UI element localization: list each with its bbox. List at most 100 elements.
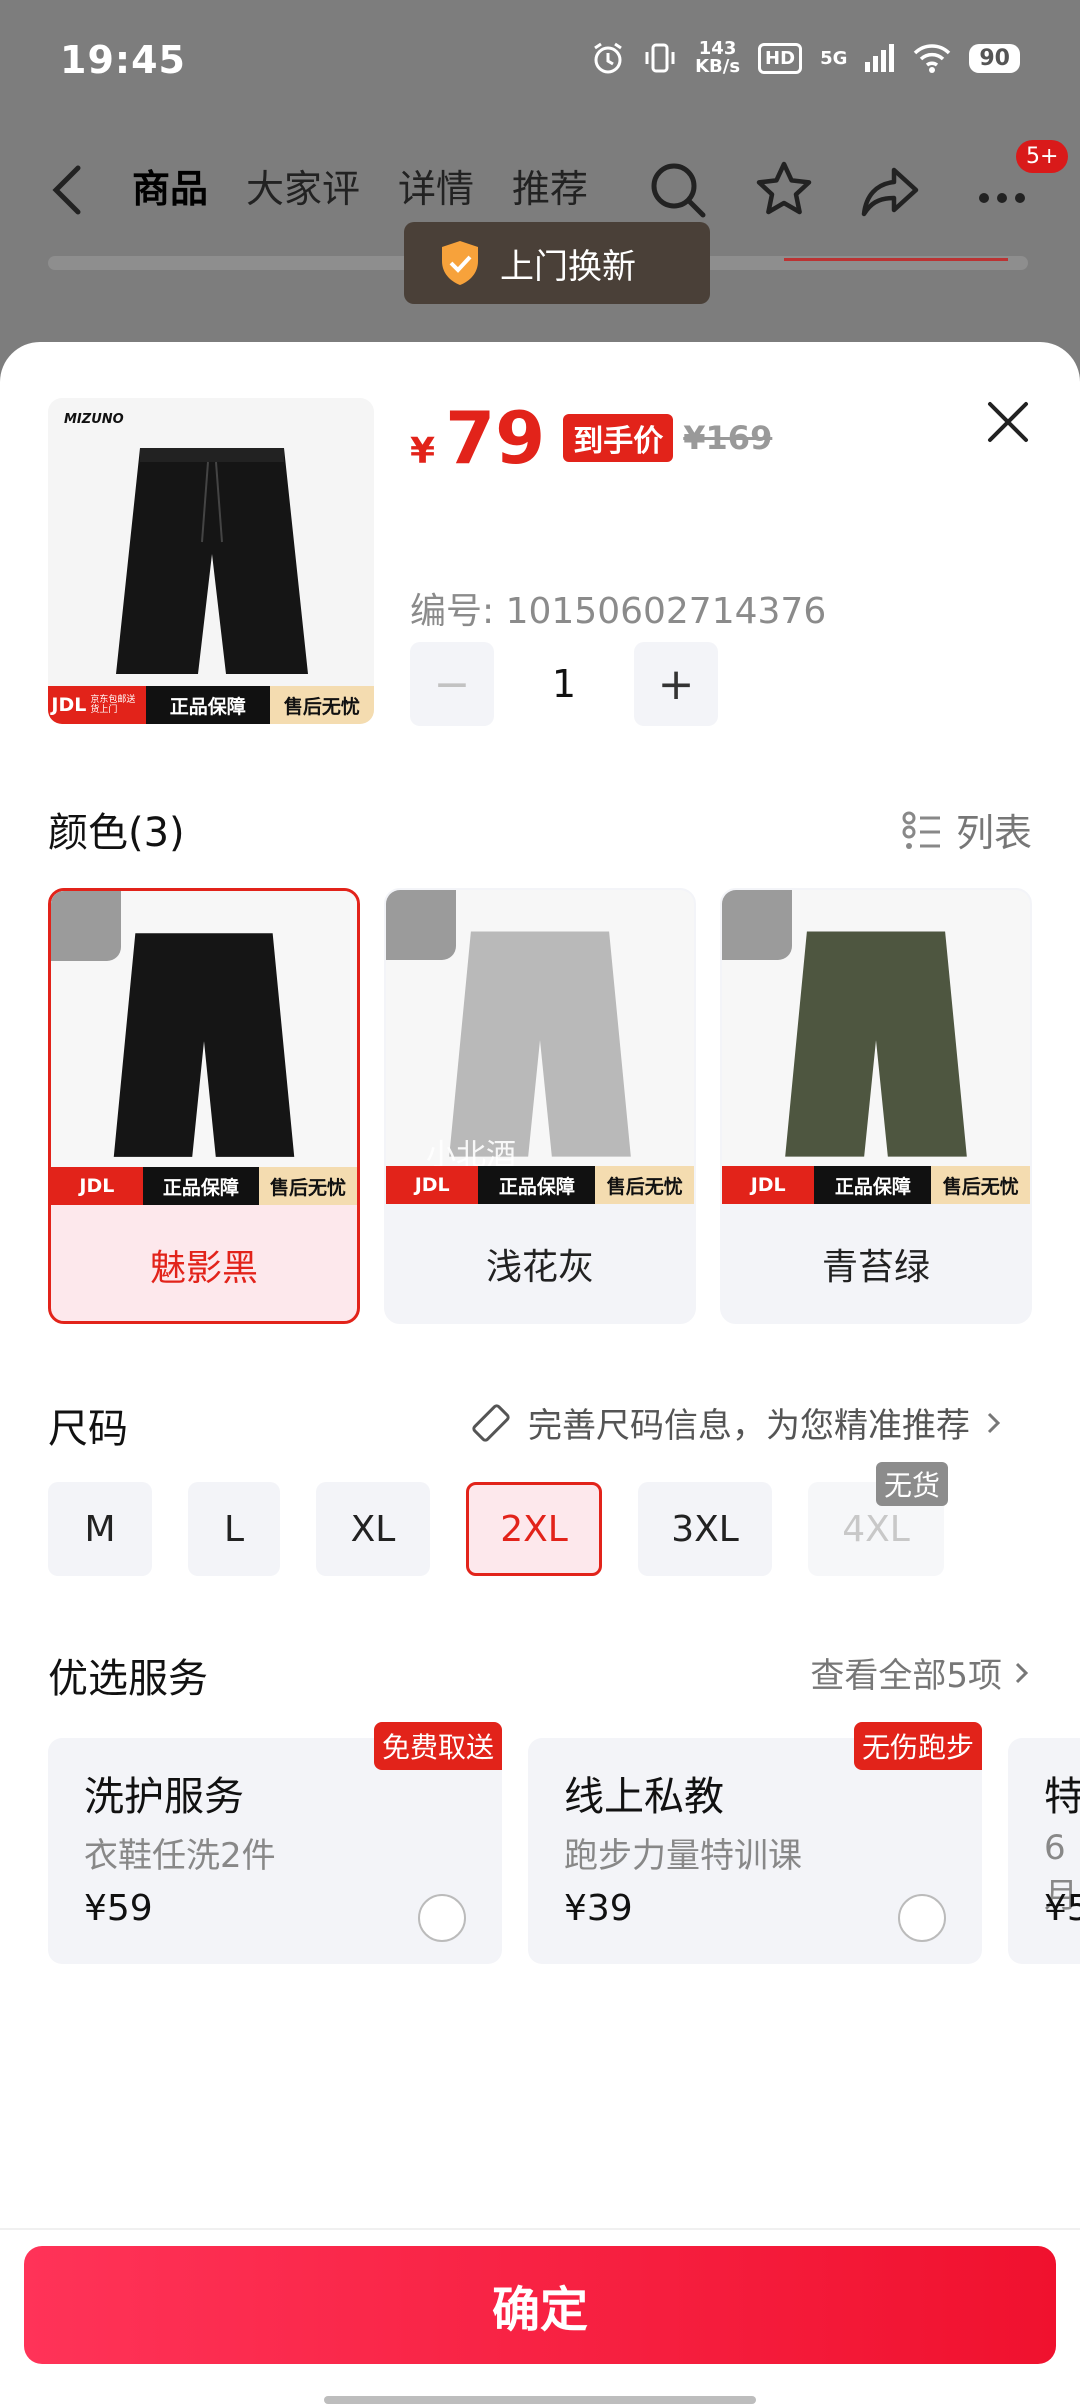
size-info-link[interactable]: 完善尺码信息，为您精准推荐 [468,1398,1004,1447]
color-name: 魅影黑 [149,1248,258,1289]
share-icon[interactable] [858,158,922,222]
status-bar: 19:45 143 KB/s HD 5G 90 [0,0,1080,120]
tab-recommend[interactable]: 推荐 [512,158,588,213]
size-section-title: 尺码 [48,1406,128,1452]
color-name: 浅花灰 [485,1247,594,1288]
genuine-badge: 正品保障 [814,1166,932,1204]
star-icon[interactable] [752,158,816,222]
net-speed-unit: KB/s [695,56,741,77]
sku-number: 编号: 10150602714376 [410,591,827,632]
zoom-corner-icon [386,890,456,960]
price-row: ¥ 79 到手价 ¥169 [410,402,772,474]
tab-product[interactable]: 商品 [132,158,208,213]
status-time: 19:45 [60,38,186,82]
after-sale-badge: 售后无忧 [259,1167,357,1205]
status-icons: 143 KB/s HD 5G 90 [591,40,1020,76]
increase-button[interactable]: + [634,642,718,726]
color-image: JDL 正品保障 售后无忧 [51,891,357,1205]
close-icon[interactable] [984,398,1032,446]
genuine-badge: 正品保障 [478,1166,596,1204]
shield-check-icon [442,241,478,285]
after-sale-badge: 售后无忧 [595,1166,694,1204]
size-option-xl[interactable]: XL [316,1482,430,1576]
zoom-corner-icon [722,890,792,960]
service-badges: JDL 京东包邮送货上门 正品保障 售后无忧 [48,686,374,724]
color-option-green[interactable]: JDL 正品保障 售后无忧 青苔绿 [720,888,1032,1324]
size-option-2xl[interactable]: 2XL [466,1482,602,1576]
zoom-corner-icon [51,891,121,961]
final-price-tag: 到手价 [563,414,674,462]
jdl-badge: JDL [51,1167,143,1205]
genuine-badge: 正品保障 [142,1167,260,1205]
wifi-icon [914,44,951,73]
alarm-icon [594,42,622,74]
tab-reviews[interactable]: 大家评 [246,158,360,213]
vibrate-icon [645,43,675,73]
size-info-text: 完善尺码信息，为您精准推荐 [528,1406,970,1446]
confirm-button[interactable]: 确定 [24,2246,1056,2364]
signal-icon [865,44,895,72]
service-price: ¥59 [84,1888,153,1929]
color-image: JDL 正品保障 售后无忧 [722,890,1030,1204]
service-section-title: 优选服务 [48,1656,208,1702]
view-all-services-link[interactable]: 查看全部5项 [810,1648,1032,1697]
decrease-button[interactable]: − [410,642,494,726]
footer-divider [0,2228,1080,2230]
after-sale-badge: 售后无忧 [931,1166,1030,1204]
hd-icon: HD [758,42,803,74]
service-desc: 跑步力量特训课 [564,1836,802,1876]
size-option-l[interactable]: L [188,1482,280,1576]
jdl-badge: JDL [722,1166,815,1204]
net-speed: 143 KB/s [695,40,740,76]
list-icon [902,811,940,849]
final-price: 79 [445,396,546,480]
jdl-badge: JDL 京东包邮送货上门 [48,686,146,724]
list-view-label: 列表 [955,811,1032,855]
tab-details[interactable]: 详情 [398,158,474,213]
currency-symbol: ¥ [410,431,436,472]
service-card-wash[interactable]: 免费取送 洗护服务 衣鞋任洗2件 ¥59 [48,1722,502,1964]
back-icon[interactable] [48,162,88,218]
original-price: ¥169 [683,419,773,457]
jdl-desc: 京东包邮送货上门 [90,695,136,715]
out-of-stock-badge: 无货 [876,1462,949,1506]
service-badges: JDL 正品保障 售后无忧 [386,1166,694,1204]
service-radio[interactable] [898,1894,946,1942]
after-sale-badge: 售后无忧 [269,686,374,724]
service-title: 线上私教 [564,1774,724,1820]
service-tag: 免费取送 [373,1722,502,1770]
service-card-coach[interactable]: 无伤跑步 线上私教 跑步力量特训课 ¥39 [528,1722,982,1964]
service-title: 特 [1044,1774,1080,1820]
service-desc: 衣鞋任洗2件 [84,1836,276,1876]
size-option-3xl[interactable]: 3XL [638,1482,772,1576]
list-view-toggle[interactable]: 列表 [902,802,1032,857]
service-title: 洗护服务 [84,1774,244,1820]
quantity-stepper: − 1 + [410,642,718,726]
jdl-badge: JDL [386,1166,479,1204]
shorts-image [116,448,308,674]
service-radio[interactable] [418,1894,466,1942]
service-badges: JDL 正品保障 售后无忧 [722,1166,1030,1204]
jdl-label: JDL [51,694,87,716]
sku-selector-sheet: MIZUNO JDL 京东包邮送货上门 正品保障 售后无忧 ¥ 79 到手价 ¥1… [0,342,1080,2408]
message-badge: 5+ [1016,140,1069,173]
chevron-right-icon [987,1412,1001,1433]
size-option-m[interactable]: M [48,1482,152,1576]
service-price: ¥39 [564,1888,633,1929]
color-name: 青苔绿 [821,1247,930,1288]
genuine-badge: 正品保障 [145,686,270,724]
color-section-title: 颜色(3) [48,810,185,856]
battery-indicator: 90 [969,43,1020,73]
view-all-label: 查看全部5项 [810,1656,1002,1696]
door-exchange-banner: 上门换新 [404,222,710,304]
quantity-value[interactable]: 1 [494,662,634,706]
service-badges: JDL 正品保障 售后无忧 [51,1167,357,1205]
product-thumbnail: MIZUNO JDL 京东包邮送货上门 正品保障 售后无忧 [48,398,374,724]
color-option-grey[interactable]: 小北酒 JDL 正品保障 售后无忧 浅花灰 [384,888,696,1324]
search-icon[interactable] [646,158,710,222]
color-option-black[interactable]: JDL 正品保障 售后无忧 魅影黑 [48,888,360,1324]
home-indicator[interactable] [324,2396,756,2404]
service-card-partial[interactable]: 特 6月 ¥5 [1008,1738,1080,1964]
service-tag: 无伤跑步 [853,1722,982,1770]
background-accent-line [784,258,1008,261]
